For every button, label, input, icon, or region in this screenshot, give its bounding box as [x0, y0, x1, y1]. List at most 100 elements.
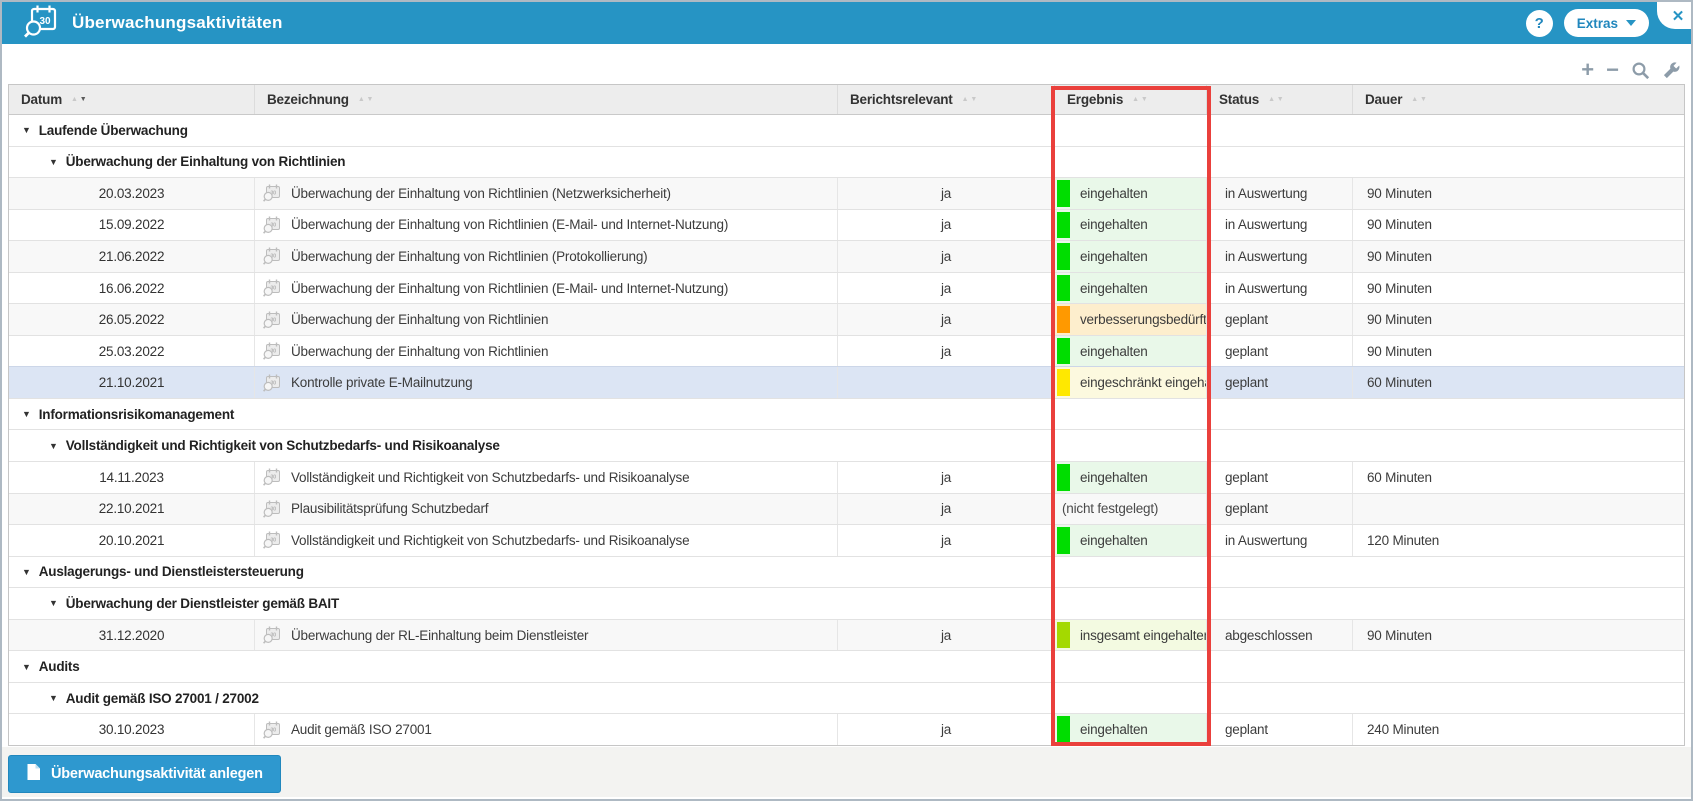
sort-desc-icon[interactable]: ▼ — [1277, 95, 1284, 105]
bezeichnung-label: Kontrolle private E-Mailnutzung — [291, 375, 472, 390]
ergebnis-label: eingehalten — [1080, 722, 1148, 737]
group-row[interactable]: ▼ Informationsrisikomanagement — [9, 398, 1684, 430]
activity-calendar-icon: 30 — [263, 626, 282, 644]
sort-arrows-icon[interactable]: ▲▼ — [71, 95, 86, 105]
wrench-icon[interactable] — [1662, 61, 1681, 80]
table-row[interactable]: 21.06.2022 30 Überwachung der Einhaltung… — [9, 240, 1684, 272]
search-icon[interactable] — [1631, 61, 1650, 80]
sort-arrows-icon[interactable]: ▲▼ — [962, 95, 977, 105]
table-row[interactable]: 30.10.2023 30 Audit gemäß ISO 27001 ja e… — [9, 713, 1684, 745]
group-row[interactable]: ▼ Überwachung der Einhaltung von Richtli… — [9, 146, 1684, 178]
activity-calendar-icon: 30 — [263, 374, 282, 392]
collapse-triangle-icon[interactable]: ▼ — [49, 693, 58, 703]
sort-asc-icon[interactable]: ▲ — [1132, 95, 1139, 105]
group-row[interactable]: ▼ Audit gemäß ISO 27001 / 27002 — [9, 682, 1684, 714]
column-label: Status — [1219, 92, 1259, 107]
column-header-bezeichnung[interactable]: Bezeichnung ▲▼ — [255, 85, 838, 114]
sort-asc-icon[interactable]: ▲ — [71, 95, 78, 105]
ergebnis-cell: eingeschränkt eingehalten — [1055, 367, 1207, 398]
ergebnis-label: eingehalten — [1080, 533, 1148, 548]
collapse-triangle-icon[interactable]: ▼ — [22, 567, 31, 577]
column-header-berichtsrelevant[interactable]: Berichtsrelevant ▲▼ — [838, 85, 1055, 114]
minus-icon[interactable]: − — [1606, 59, 1619, 81]
status-cell: geplant — [1207, 714, 1353, 745]
group-row[interactable]: ▼ Laufende Überwachung — [9, 115, 1684, 146]
column-header-dauer[interactable]: Dauer ▲▼ — [1353, 85, 1684, 114]
create-activity-label: Überwachungsaktivität anlegen — [51, 766, 263, 782]
column-label: Datum — [21, 92, 62, 107]
dauer-cell: 90 Minuten — [1353, 178, 1684, 209]
group-row[interactable]: ▼ Vollständigkeit und Richtigkeit von Sc… — [9, 429, 1684, 461]
dauer-cell: 60 Minuten — [1353, 367, 1684, 398]
sort-desc-icon[interactable]: ▼ — [1420, 95, 1427, 105]
chevron-down-icon — [1626, 20, 1636, 26]
status-cell: abgeschlossen — [1207, 620, 1353, 651]
sort-desc-icon[interactable]: ▼ — [970, 95, 977, 105]
ergebnis-label: insgesamt eingehalten — [1080, 628, 1207, 643]
ergebnis-cell: eingehalten — [1055, 462, 1207, 493]
sort-asc-icon[interactable]: ▲ — [358, 95, 365, 105]
sort-desc-icon[interactable]: ▼ — [80, 95, 87, 105]
table-row[interactable]: 22.10.2021 30 Plausibilitätsprüfung Schu… — [9, 493, 1684, 525]
sort-arrows-icon[interactable]: ▲▼ — [1132, 95, 1147, 105]
group-row[interactable]: ▼ Auslagerungs- und Dienstleistersteueru… — [9, 556, 1684, 588]
column-header-datum[interactable]: Datum ▲▼ — [9, 85, 255, 114]
berichtsrelevant-cell: ja — [838, 273, 1055, 304]
collapse-triangle-icon[interactable]: ▼ — [22, 125, 31, 135]
collapse-triangle-icon[interactable]: ▼ — [22, 662, 31, 672]
activities-table: Datum ▲▼ Bezeichnung ▲▼ Berichtsrelevant… — [8, 84, 1685, 746]
sort-desc-icon[interactable]: ▼ — [1141, 95, 1148, 105]
bezeichnung-cell: 30 Überwachung der Einhaltung von Richtl… — [255, 241, 838, 272]
datum-cell: 15.09.2022 — [9, 210, 255, 241]
collapse-triangle-icon[interactable]: ▼ — [49, 598, 58, 608]
table-row[interactable]: 20.10.2021 30 Vollständigkeit und Richti… — [9, 524, 1684, 556]
table-row[interactable]: 20.03.2023 30 Überwachung der Einhaltung… — [9, 177, 1684, 209]
sort-asc-icon[interactable]: ▲ — [1411, 95, 1418, 105]
table-row[interactable]: 25.03.2022 30 Überwachung der Einhaltung… — [9, 335, 1684, 367]
table-row[interactable]: 31.12.2020 30 Überwachung der RL-Einhalt… — [9, 619, 1684, 651]
sort-arrows-icon[interactable]: ▲▼ — [1268, 95, 1283, 105]
collapse-triangle-icon[interactable]: ▼ — [49, 441, 58, 451]
help-button[interactable]: ? — [1526, 10, 1553, 37]
ergebnis-cell: eingehalten — [1055, 210, 1207, 241]
column-header-status[interactable]: Status ▲▼ — [1207, 85, 1353, 114]
extras-button[interactable]: Extras — [1564, 9, 1649, 37]
table-body: ▼ Laufende Überwachung ▼ Überwachung der… — [9, 115, 1684, 745]
column-header-ergebnis[interactable]: Ergebnis ▲▼ — [1055, 85, 1207, 114]
ergebnis-cell: verbesserungsbedürftig — [1055, 304, 1207, 335]
sort-arrows-icon[interactable]: ▲▼ — [358, 95, 373, 105]
dauer-cell: 90 Minuten — [1353, 210, 1684, 241]
table-row[interactable]: 15.09.2022 30 Überwachung der Einhaltung… — [9, 209, 1684, 241]
collapse-triangle-icon[interactable]: ▼ — [49, 157, 58, 167]
berichtsrelevant-cell: ja — [838, 525, 1055, 556]
table-row[interactable]: 21.10.2021 30 Kontrolle private E-Mailnu… — [9, 366, 1684, 398]
datum-cell: 20.10.2021 — [9, 525, 255, 556]
table-row[interactable]: 14.11.2023 30 Vollständigkeit und Richti… — [9, 461, 1684, 493]
group-label: Audit gemäß ISO 27001 / 27002 — [66, 691, 259, 706]
table-header-row: Datum ▲▼ Bezeichnung ▲▼ Berichtsrelevant… — [9, 85, 1684, 115]
ergebnis-label: eingehalten — [1080, 217, 1148, 232]
grid-toolbar: + − — [1581, 58, 1681, 82]
sort-arrows-icon[interactable]: ▲▼ — [1411, 95, 1426, 105]
group-row[interactable]: ▼ Audits — [9, 650, 1684, 682]
create-activity-button[interactable]: Überwachungsaktivität anlegen — [8, 755, 281, 793]
plus-icon[interactable]: + — [1581, 59, 1594, 81]
dauer-cell: 240 Minuten — [1353, 714, 1684, 745]
ergebnis-cell: insgesamt eingehalten — [1055, 620, 1207, 651]
datum-cell: 14.11.2023 — [9, 462, 255, 493]
table-row[interactable]: 16.06.2022 30 Überwachung der Einhaltung… — [9, 272, 1684, 304]
sort-desc-icon[interactable]: ▼ — [367, 95, 374, 105]
table-row[interactable]: 26.05.2022 30 Überwachung der Einhaltung… — [9, 303, 1684, 335]
sort-asc-icon[interactable]: ▲ — [962, 95, 969, 105]
group-row[interactable]: ▼ Überwachung der Dienstleister gemäß BA… — [9, 587, 1684, 619]
bezeichnung-cell: 30 Überwachung der Einhaltung von Richtl… — [255, 210, 838, 241]
ergebnis-cell: eingehalten — [1055, 273, 1207, 304]
sort-asc-icon[interactable]: ▲ — [1268, 95, 1275, 105]
result-color-bar — [1057, 622, 1070, 649]
berichtsrelevant-cell: ja — [838, 462, 1055, 493]
collapse-triangle-icon[interactable]: ▼ — [22, 409, 31, 419]
app-window: 30 Überwachungsaktivitäten ? Extras ✕ + … — [0, 0, 1693, 801]
group-label: Überwachung der Einhaltung von Richtlini… — [66, 154, 346, 169]
berichtsrelevant-cell: ja — [838, 620, 1055, 651]
ergebnis-label: verbesserungsbedürftig — [1080, 312, 1207, 327]
